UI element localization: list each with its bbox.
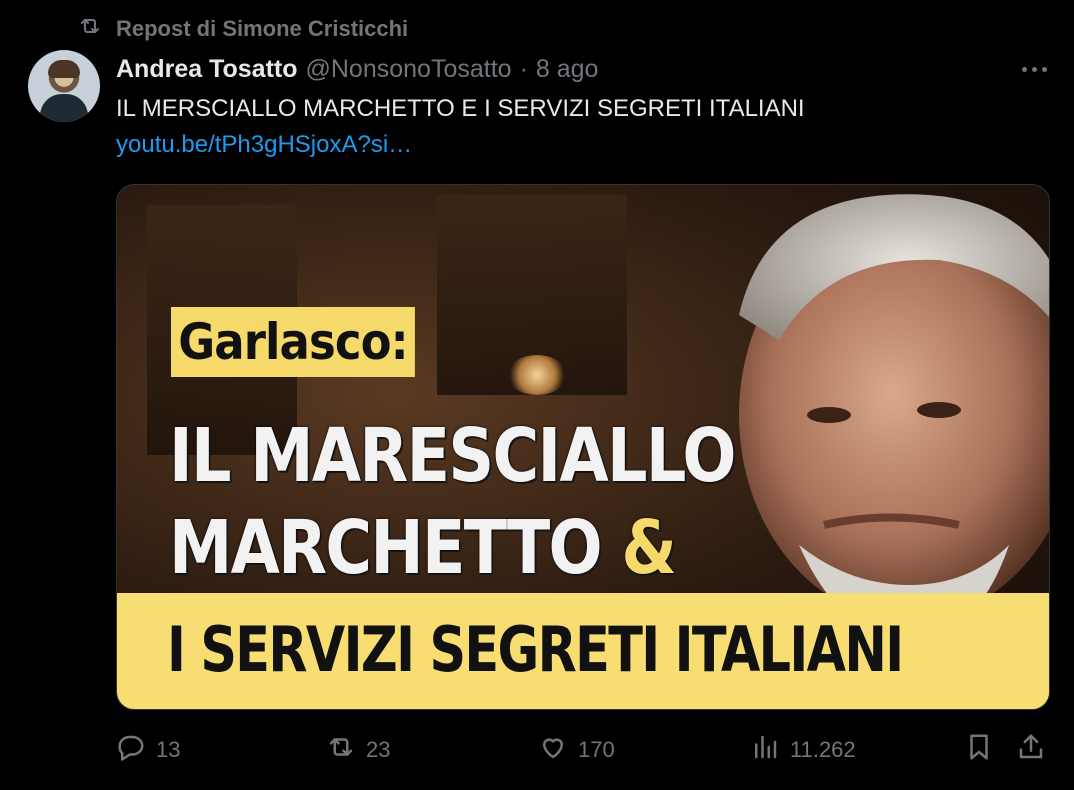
video-thumbnail[interactable]: Garlasco: IL MARESCIALLO MARCHETTO & I S… [116, 184, 1050, 710]
background-lamp [507, 355, 567, 395]
avatar-shirt [40, 94, 88, 122]
author-name[interactable]: Andrea Tosatto [116, 55, 298, 84]
thumbnail-tag: Garlasco: [171, 307, 415, 377]
thumbnail-title-line2: MARCHETTO & [169, 505, 677, 591]
bookmark-icon [964, 732, 994, 768]
views-button[interactable]: 11.262 [750, 730, 856, 770]
more-options-button[interactable] [1014, 54, 1054, 84]
reply-count: 13 [156, 737, 181, 762]
repost-label: Repost di Simone Cristicchi [116, 16, 409, 41]
repost-icon [326, 732, 356, 768]
repost-button[interactable]: 23 [326, 730, 390, 770]
more-dot [1021, 66, 1027, 72]
title-line1-text: IL MARESCIALLO [169, 413, 736, 499]
views-count: 11.262 [790, 737, 856, 762]
like-count: 170 [578, 737, 615, 762]
avatar[interactable] [28, 50, 100, 122]
reply-icon [116, 732, 146, 768]
tweet-header: Andrea Tosatto @NonsonoTosatto · 8 ago [116, 52, 598, 86]
tweet-timestamp[interactable]: 8 ago [536, 55, 599, 84]
reply-button[interactable]: 13 [116, 730, 180, 770]
tweet-link[interactable]: youtu.be/tPh3gHSjoxA?si… [116, 128, 412, 162]
heart-icon [538, 732, 568, 768]
thumbnail-title-line1: IL MARESCIALLO [169, 413, 736, 499]
like-button[interactable]: 170 [538, 730, 615, 770]
more-dot [1031, 66, 1037, 72]
action-bar: 13 23 170 11.262 [116, 730, 1048, 770]
share-icon [1016, 732, 1046, 768]
thumbnail-banner: I SERVIZI SEGRETI ITALIANI [117, 593, 1049, 709]
repost-icon [78, 14, 102, 44]
author-handle[interactable]: @NonsonoTosatto [306, 55, 512, 84]
title-line2-text: MARCHETTO [169, 505, 603, 591]
ampersand: & [621, 505, 676, 591]
more-dot [1041, 66, 1047, 72]
bookmark-button[interactable] [964, 730, 994, 770]
share-button[interactable] [1016, 730, 1046, 770]
repost-count: 23 [366, 737, 391, 762]
banner-text: I SERVIZI SEGRETI ITALIANI [167, 613, 904, 686]
tweet-text: IL MERSCIALLO MARCHETTO E I SERVIZI SEGR… [116, 95, 805, 122]
views-icon [750, 732, 780, 768]
avatar-hair [48, 60, 80, 78]
repost-indicator[interactable]: Repost di Simone Cristicchi [78, 14, 408, 44]
header-separator: · [519, 54, 528, 83]
